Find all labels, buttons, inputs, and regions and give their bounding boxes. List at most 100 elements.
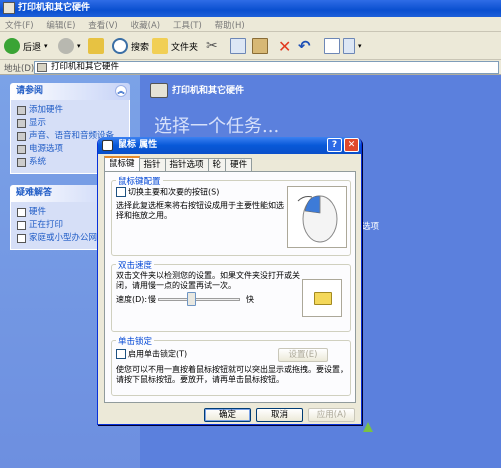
window-title-bar: 打印机和其它硬件 (0, 0, 501, 17)
printer-icon (150, 83, 168, 98)
task-heading: 选择一个任务... (154, 116, 280, 137)
search-icon (112, 38, 128, 54)
mouse-illustration (287, 186, 347, 248)
window-title: 打印机和其它硬件 (18, 3, 91, 13)
dialog-title-bar: 鼠标 属性 ? ✕ (98, 137, 361, 154)
double-click-title: 双击速度 (116, 259, 155, 271)
test-folder-icon (314, 292, 332, 305)
delete-button[interactable]: ✕ (278, 36, 291, 56)
close-button[interactable]: ✕ (344, 138, 359, 152)
tab-pointers[interactable]: 指针 (138, 158, 166, 171)
speed-fast-label: 快 (246, 295, 254, 304)
help-button[interactable]: ? (327, 138, 342, 152)
speed-slow-label: 慢 (148, 295, 156, 304)
switch-buttons-desc: 选择此复选框来将右按钮设成用于主要性能如选择和拖放之用。 (116, 201, 284, 220)
help-icon (17, 221, 26, 230)
address-value: 打印机和其它硬件 (51, 62, 120, 72)
address-field[interactable]: 打印机和其它硬件 (34, 61, 499, 74)
folders-icon (152, 38, 168, 54)
forward-button[interactable]: ▾ (58, 36, 81, 56)
button-config-group: 鼠标键配置 切换主要和次要的按钮(S) 选择此复选框来将右按钮设成用于主要性能如… (111, 175, 351, 256)
menu-bar: 文件(F) 编辑(E) 查看(V) 收藏(A) 工具(T) 帮助(H) (0, 17, 501, 32)
test-folder-box[interactable] (302, 279, 342, 317)
delete-x-icon: ✕ (278, 36, 292, 56)
scissors-icon: ✂ (206, 38, 218, 54)
content-header: 打印机和其它硬件 (150, 83, 244, 99)
search-button[interactable]: 搜索 (112, 36, 149, 56)
options-text: 选项 (362, 222, 380, 232)
help-icon (17, 234, 26, 243)
mouse-cursor-icon (363, 422, 373, 432)
cancel-button[interactable]: 取消 (256, 408, 303, 422)
toolbar: 后退 ▾ ▾ 搜索 文件夹 ✂ ✕ ↶ ▾ (0, 32, 501, 60)
chevron-down-icon: ▾ (44, 42, 48, 50)
click-lock-desc: 使您可以不用一直按着鼠标按钮就可以突出显示或拖拽。要设置，请按下鼠标按钮。要放开… (116, 365, 348, 384)
mouse-image-icon (297, 195, 338, 243)
folders-button[interactable]: 文件夹 (152, 36, 198, 56)
mouse-icon (102, 140, 113, 151)
paste-button[interactable] (252, 36, 268, 56)
up-folder-button[interactable] (88, 36, 104, 56)
double-click-group: 双击速度 双击文件夹以检测您的设置。如果文件夹没打开或关闭，请用慢一点的设置再试… (111, 259, 351, 332)
copy-button[interactable] (230, 36, 246, 56)
speed-slider-track[interactable] (158, 298, 240, 301)
menu-view[interactable]: 查看(V) (83, 17, 122, 33)
dialog-title: 鼠标 属性 (118, 140, 158, 150)
back-button[interactable]: 后退 ▾ (4, 36, 48, 56)
paste-icon (252, 38, 268, 54)
double-click-desc: 双击文件夹以检测您的设置。如果文件夹没打开或关闭，请用慢一点的设置再试一次。 (116, 271, 300, 290)
power-icon (17, 145, 26, 154)
tab-buttons[interactable]: 鼠标键 (104, 156, 140, 172)
cut-button[interactable]: ✂ (206, 36, 218, 56)
click-lock-title: 单击锁定 (116, 335, 155, 347)
undo-button[interactable]: ↶ (298, 36, 311, 56)
speed-slider-thumb[interactable] (187, 292, 197, 306)
button-config-title: 鼠标键配置 (116, 175, 163, 187)
tab-strip: 鼠标键 指针 指针选项 轮 硬件 (104, 156, 253, 172)
forward-arrow-icon (58, 38, 74, 54)
tab-wheel[interactable]: 轮 (207, 158, 227, 171)
up-folder-icon (88, 38, 104, 54)
switch-buttons-label: 切换主要和次要的按钮(S) (128, 187, 220, 197)
views-button[interactable]: ▾ (324, 36, 362, 56)
click-lock-checkbox[interactable] (116, 349, 126, 359)
click-lock-group: 单击锁定 启用单击锁定(T) 设置(E) 使您可以不用一直按着鼠标按钮就可以突出… (111, 335, 351, 396)
help-icon (17, 208, 26, 217)
sound-icon (17, 132, 26, 141)
menu-edit[interactable]: 编辑(E) (41, 17, 80, 33)
mouse-properties-dialog: 鼠标 属性 ? ✕ 鼠标键 指针 指针选项 轮 硬件 鼠标键配置 切换主要和次要… (97, 137, 362, 425)
display-icon (17, 119, 26, 128)
address-label: 地址(D) (4, 64, 35, 74)
apply-button[interactable]: 应用(A) (308, 408, 355, 422)
tab-pointer-options[interactable]: 指针选项 (164, 158, 209, 171)
back-arrow-icon (4, 38, 20, 54)
click-lock-label: 启用单击锁定(T) (128, 349, 188, 359)
see-also-header[interactable]: 请参阅 ︽ (10, 83, 130, 100)
speed-label: 速度(D): (116, 295, 148, 304)
tab-hardware[interactable]: 硬件 (225, 158, 253, 171)
click-lock-row[interactable]: 启用单击锁定(T) (116, 349, 187, 360)
collapse-chevron-icon[interactable]: ︽ (115, 85, 127, 97)
link-add-hardware[interactable]: 添加硬件 (17, 104, 123, 117)
add-hardware-icon (17, 106, 26, 115)
views-grid-icon (343, 38, 355, 54)
views-icon (324, 38, 340, 54)
system-icon (17, 158, 26, 167)
printer-folder-icon (37, 63, 47, 72)
switch-buttons-row[interactable]: 切换主要和次要的按钮(S) (116, 187, 286, 198)
undo-icon: ↶ (298, 37, 311, 55)
chevron-down-icon: ▾ (358, 42, 362, 50)
tab-panel-buttons: 鼠标键配置 切换主要和次要的按钮(S) 选择此复选框来将右按钮设成用于主要性能如… (104, 171, 356, 403)
menu-favorites[interactable]: 收藏(A) (126, 17, 165, 33)
copy-icon (230, 38, 246, 54)
click-lock-settings-button[interactable]: 设置(E) (278, 348, 328, 362)
menu-file[interactable]: 文件(F) (0, 17, 39, 33)
address-bar: 地址(D) 打印机和其它硬件 (0, 60, 501, 75)
folder-icon (3, 2, 15, 14)
switch-buttons-checkbox[interactable] (116, 187, 126, 197)
menu-help[interactable]: 帮助(H) (210, 17, 250, 33)
link-display[interactable]: 显示 (17, 117, 123, 130)
menu-tools[interactable]: 工具(T) (168, 17, 207, 33)
ok-button[interactable]: 确定 (204, 408, 251, 422)
chevron-down-icon: ▾ (77, 42, 81, 50)
